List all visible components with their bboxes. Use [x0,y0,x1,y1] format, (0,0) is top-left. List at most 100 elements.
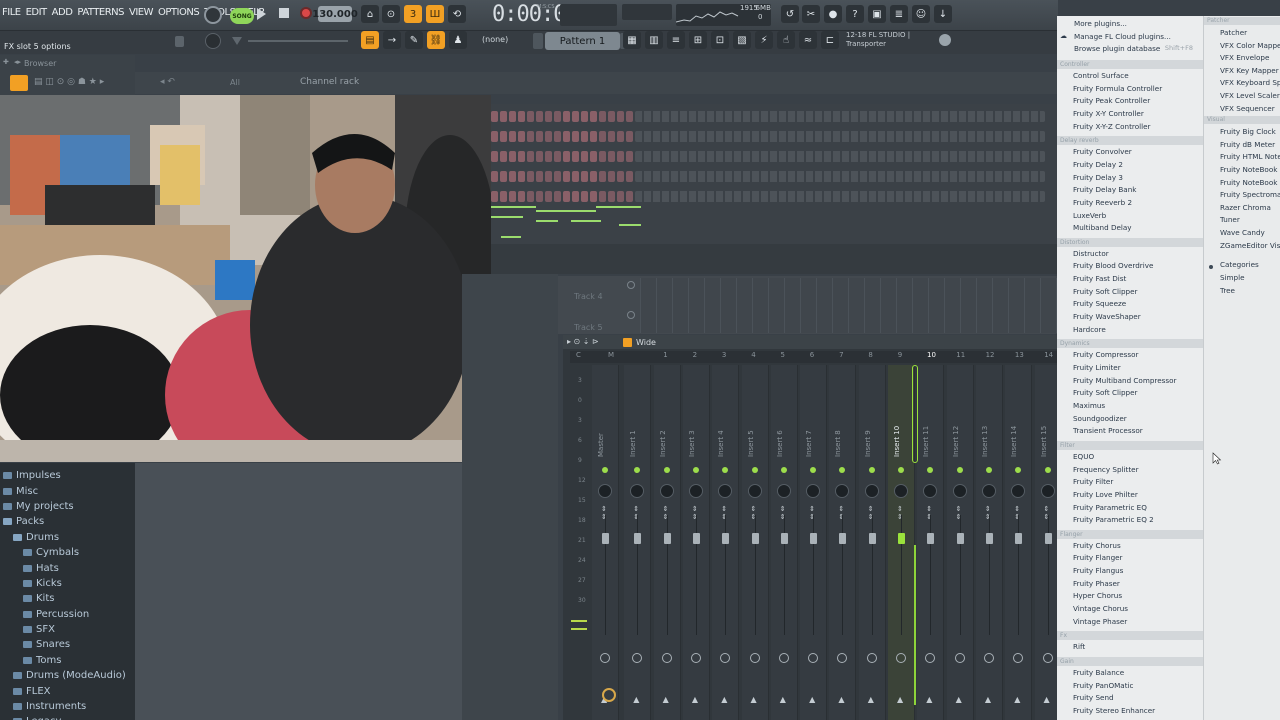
step-button[interactable] [563,191,570,202]
view-option-tree[interactable]: Tree [1220,286,1235,295]
plugin-menu-item[interactable]: Fruity NoteBook 2 [1220,178,1280,187]
paint-icon[interactable]: ✎ [405,31,423,49]
step-button[interactable] [500,171,507,182]
step-button[interactable] [626,151,633,162]
strip-enable-led[interactable] [956,467,963,473]
step-button[interactable] [518,131,525,142]
strip-send-knob[interactable] [720,653,731,663]
step-button[interactable] [617,111,624,122]
loop-record-icon[interactable]: ⟲ [448,5,466,23]
lock-icon[interactable] [175,36,184,47]
step-button[interactable] [509,111,516,122]
plugin-menu-item[interactable]: Fruity Delay Bank [1073,185,1136,194]
strip-route-icon[interactable]: ▲ [663,695,669,704]
plugin-menu-item[interactable]: Fruity PanOMatic [1073,681,1133,690]
step-button[interactable] [572,171,579,182]
channel-filter[interactable]: All [230,78,240,87]
step-button[interactable] [572,131,579,142]
strip-send-knob[interactable] [690,653,701,663]
strip-route-icon[interactable]: ▲ [897,695,903,704]
step-button[interactable] [527,111,534,122]
plugin-menu-item[interactable]: Fruity X-Y Controller [1073,109,1144,118]
step-button[interactable] [536,171,543,182]
plugin-menu-item[interactable]: LuxeVerb [1073,211,1106,220]
render-icon[interactable]: ≣ [890,5,908,23]
plugin-menu-item[interactable]: Fruity Stereo Enhancer [1073,706,1155,715]
chat-icon[interactable]: ☺ [912,5,930,23]
strip-enable-led[interactable] [722,467,729,473]
plugin-menu-item[interactable]: Fruity Filter [1073,477,1113,486]
browser-folder[interactable]: Toms [0,653,135,668]
strip-volume-fader[interactable] [602,533,609,544]
step-row-extension[interactable] [635,131,1045,142]
step-button[interactable] [581,151,588,162]
strip-enable-led[interactable] [839,467,846,473]
plugin-menu-item[interactable]: Fruity Spectroman [1220,190,1280,199]
strip-send-knob[interactable] [925,653,936,663]
strip-enable-led[interactable] [927,467,934,473]
plugin-menu-item[interactable]: Frequency Splitter [1073,465,1139,474]
plugin-menu-item[interactable]: Fruity Squeeze [1073,299,1126,308]
strip-volume-fader[interactable] [722,533,730,544]
strip-enable-led[interactable] [634,467,641,473]
plugin-menu-item[interactable]: Fruity Fast Dist [1073,274,1126,283]
step-button[interactable] [518,171,525,182]
step-button[interactable] [563,131,570,142]
strip-pan-knob[interactable] [718,484,733,498]
step-button[interactable] [626,131,633,142]
stamp-icon[interactable]: ♟ [449,31,467,49]
save-icon[interactable]: ▣ [868,5,886,23]
step-button[interactable] [491,111,498,122]
step-button[interactable] [599,151,606,162]
strip-volume-fader[interactable] [1015,533,1023,544]
plugin-menu-item[interactable]: Razer Chroma [1220,203,1271,212]
track-label[interactable]: Track 5 [574,323,603,332]
plugin-menu-item[interactable]: VFX Color Mapper [1220,41,1280,50]
link-icon[interactable]: ⛓ [427,31,445,49]
plugin-menu-item[interactable]: Fruity Blood Overdrive [1073,261,1153,270]
strip-pan-knob[interactable] [864,484,879,498]
plugin-menu-item[interactable]: Fruity HTML NoteBook [1220,152,1280,161]
step-button[interactable] [509,191,516,202]
step-button[interactable] [572,111,579,122]
step-button[interactable] [554,191,561,202]
touch-icon[interactable]: ☝ [777,31,795,49]
browser-folder[interactable]: Kicks [0,576,135,591]
step-button[interactable] [590,131,597,142]
strip-send-knob[interactable] [808,653,819,663]
step-button[interactable] [491,171,498,182]
step-button[interactable] [590,171,597,182]
strip-route-icon[interactable]: ▲ [1044,695,1050,704]
strip-route-icon[interactable]: ▲ [692,695,698,704]
step-button[interactable] [527,131,534,142]
plugin-menu-item[interactable]: Fruity Limiter [1073,363,1121,372]
globe-icon[interactable] [939,34,951,46]
strip-send-knob[interactable] [632,653,643,663]
browser-folder[interactable]: Packs [0,514,135,529]
step-button[interactable] [608,151,615,162]
plugin-menu-item[interactable]: VFX Sequencer [1220,104,1275,113]
plugin-menu-item[interactable]: Hyper Chorus [1073,591,1122,600]
step-button[interactable] [599,171,606,182]
step-button[interactable] [518,151,525,162]
step-button[interactable] [491,191,498,202]
playlist-icon[interactable]: ▤ [361,31,379,49]
strip-enable-led[interactable] [985,467,992,473]
channel-rack-icon[interactable]: ▥ [645,31,663,49]
menu-add[interactable]: ADD [52,7,73,18]
mixer-menu-icons[interactable]: ▸ ⊙ ⇣ ⊳ [567,337,599,346]
plugin-menu-item[interactable]: Hardcore [1073,325,1106,334]
step-button[interactable] [572,151,579,162]
channel-rack-arrows-icon[interactable]: ◂ ↶ [160,77,175,87]
plugin-menu-item[interactable]: Fruity WaveShaper [1073,312,1141,321]
mixer-strip[interactable]: Insert 13 ⇕ ⇕ ▲ [975,365,1003,720]
plugin-menu-item[interactable]: Fruity Formula Controller [1073,84,1162,93]
step-button[interactable] [590,191,597,202]
plugin-menu-item[interactable]: Fruity Convolver [1073,147,1132,156]
mixer-strip[interactable]: Insert 4 ⇕ ⇕ ▲ [712,365,740,720]
browser-folder[interactable]: Kits [0,591,135,606]
step-button[interactable] [491,131,498,142]
browser-folder[interactable]: Impulses [0,468,135,483]
blend-notes-icon[interactable]: Ш [426,5,444,23]
step-button[interactable] [500,191,507,202]
